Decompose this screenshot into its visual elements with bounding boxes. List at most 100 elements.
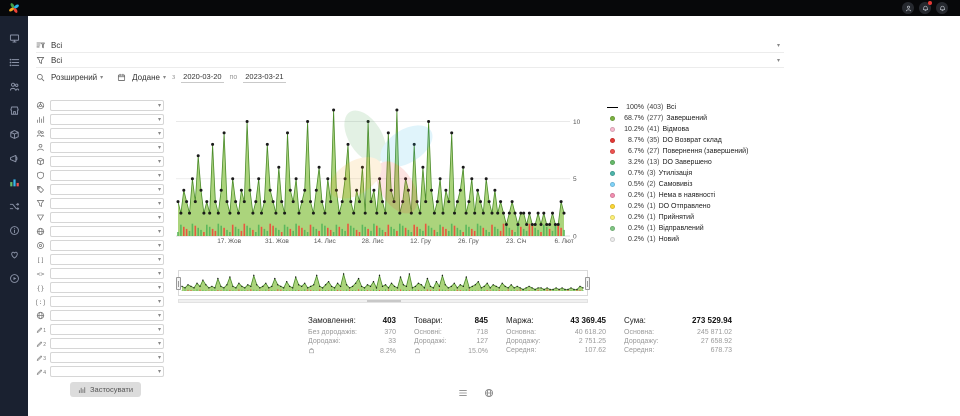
custom-field-select-4[interactable]: ▾ <box>50 366 164 377</box>
brackets-icon: [] <box>36 255 45 264</box>
target-icon <box>36 241 45 250</box>
navigator-handle-right[interactable] <box>585 277 590 290</box>
chevron-down-icon: ▾ <box>158 298 161 305</box>
pencil-icon <box>36 354 43 362</box>
custom-field-select-1[interactable]: ▾ <box>50 324 164 335</box>
legend-item-12[interactable]: 0.2%(1)Відправлений <box>606 223 788 234</box>
user-avatar-button[interactable] <box>902 2 914 14</box>
filter-select-2[interactable]: ▾ <box>50 114 164 125</box>
legend-item-8[interactable]: 0.5%(2)Самовивіз <box>606 179 788 190</box>
filter-select-13[interactable]: ▾ <box>50 268 164 279</box>
legend-count: (41) <box>647 126 659 133</box>
stat-title: Замовлення: <box>308 316 356 325</box>
sidebar-item-store[interactable] <box>6 102 22 118</box>
navigator-handle-left[interactable] <box>176 277 181 290</box>
chevron-down-icon: ▾ <box>777 42 780 49</box>
top-filter-2-value: Всі <box>51 56 62 65</box>
sidebar-item-customers[interactable] <box>6 78 22 94</box>
filter-select-16[interactable]: ▾ <box>50 310 164 321</box>
chevron-down-icon: ▾ <box>158 284 161 291</box>
legend-dot-swatch <box>610 116 615 121</box>
x-tick-label: 23. Січ <box>506 238 526 245</box>
topbar-actions <box>902 2 948 14</box>
sidebar-item-partners[interactable] <box>6 246 22 262</box>
notifications-button[interactable] <box>919 2 931 14</box>
legend-item-2[interactable]: 68.7%(277)Завершений <box>606 113 788 124</box>
legend-percent: 10.2% <box>621 126 644 133</box>
date-to-input[interactable]: 2023-03-21 <box>243 72 285 83</box>
announcements-button[interactable] <box>936 2 948 14</box>
legend-label: Утилізація <box>659 170 693 177</box>
chevron-down-icon: ▾ <box>158 130 161 137</box>
filter-select-10[interactable]: ▾ <box>50 226 164 237</box>
info-icon <box>9 225 20 236</box>
filter-select-6[interactable]: ▾ <box>50 170 164 181</box>
svg-text:10: 10 <box>573 119 581 126</box>
stat-value: 403 <box>383 316 396 325</box>
date-from-input[interactable]: 2020-03-20 <box>181 72 223 83</box>
x-tick-label: 6. Лют <box>554 238 573 245</box>
filter-select-9[interactable]: ▾ <box>50 212 164 223</box>
stat-sub-row: Основна:40 618.20 <box>506 329 606 336</box>
filter-select-1[interactable]: ▾ <box>50 100 164 111</box>
stat-sub-value: 678.73 <box>711 347 732 354</box>
sidebar-item-analytics[interactable] <box>6 174 22 190</box>
filter-select-14[interactable]: ▾ <box>50 282 164 293</box>
top-filter-2[interactable]: Всі ▾ <box>36 53 784 68</box>
legend-item-1[interactable]: 100%(403)Всі <box>606 102 788 113</box>
summary-stats: Замовлення:403Без дородажів:370Дородажі:… <box>308 316 732 356</box>
sidebar-item-orders[interactable] <box>6 54 22 70</box>
filter-select-15[interactable]: ▾ <box>50 296 164 307</box>
svg-text:5: 5 <box>573 176 577 183</box>
bell-icon <box>939 5 946 12</box>
mini-navigator-chart[interactable] <box>178 270 588 296</box>
legend-item-9[interactable]: 0.2%(1)Нема в наявності <box>606 190 788 201</box>
sidebar <box>0 16 28 416</box>
sidebar-item-marketing[interactable] <box>6 150 22 166</box>
legend-item-4[interactable]: 8.7%(35)DO Возврат склад <box>606 135 788 146</box>
orders-timeline-chart[interactable]: 0510 <box>174 96 598 242</box>
legend-item-6[interactable]: 3.2%(13)DO Завершено <box>606 157 788 168</box>
custom-field-select-3[interactable]: ▾ <box>50 352 164 363</box>
legend-item-3[interactable]: 10.2%(41)Відмова <box>606 124 788 135</box>
table-view-button[interactable] <box>456 386 470 400</box>
legend-item-10[interactable]: 0.2%(1)DO Отправлено <box>606 201 788 212</box>
top-filter-1[interactable]: Всі ▾ <box>36 38 784 53</box>
filter-select-11[interactable]: ▾ <box>50 240 164 251</box>
date-to-label: по <box>230 74 238 81</box>
filter-select-12[interactable]: ▾ <box>50 254 164 265</box>
custom-field-select-2[interactable]: ▾ <box>50 338 164 349</box>
stat-sub-value: 127 <box>476 338 488 345</box>
filter-select-3[interactable]: ▾ <box>50 128 164 139</box>
legend-dot-swatch <box>610 171 615 176</box>
custom-field-row-3: 3▾ <box>36 352 164 363</box>
sidebar-item-dashboard[interactable] <box>6 30 22 46</box>
legend-item-13[interactable]: 0.2%(1)Новий <box>606 234 788 245</box>
navigator-scrollbar[interactable] <box>178 299 588 303</box>
sidebar-item-info[interactable] <box>6 222 22 238</box>
apply-button[interactable]: Застосувати <box>70 382 141 397</box>
legend-percent: 0.2% <box>621 203 644 210</box>
filter-select-4[interactable]: ▾ <box>50 142 164 153</box>
filter-select-7[interactable]: ▾ <box>50 184 164 195</box>
stat-sub-row: Середня:678.73 <box>624 347 732 354</box>
custom-field-row-2: 2▾ <box>36 338 164 349</box>
filter-select-8[interactable]: ▾ <box>50 198 164 209</box>
globe2-icon <box>36 311 45 320</box>
sidebar-item-products[interactable] <box>6 126 22 142</box>
legend-item-11[interactable]: 0.2%(1)Прийнятий <box>606 212 788 223</box>
stat-sub-row: Дородажу:2 751.25 <box>506 338 606 345</box>
stat-sub-label: Дородажу: <box>506 338 541 345</box>
legend-item-5[interactable]: 6.7%(27)Повернення (завершений) <box>606 146 788 157</box>
sidebar-item-video[interactable] <box>6 270 22 286</box>
main-chart[interactable]: 0510 17. Жов31. Жов14. Лис28. Лис12. Гру… <box>174 96 598 254</box>
app-logo-icon[interactable] <box>8 2 20 14</box>
map-view-button[interactable] <box>482 386 496 400</box>
sidebar-item-integrations[interactable] <box>6 198 22 214</box>
search-mode-select[interactable]: Розширений ▾ <box>51 73 103 82</box>
date-field-select[interactable]: Додане ▾ <box>132 73 166 82</box>
legend-item-7[interactable]: 0.7%(3)Утилізація <box>606 168 788 179</box>
legend-label: Самовивіз <box>659 181 693 188</box>
filter-select-5[interactable]: ▾ <box>50 156 164 167</box>
scrollbar-thumb[interactable] <box>367 300 401 302</box>
